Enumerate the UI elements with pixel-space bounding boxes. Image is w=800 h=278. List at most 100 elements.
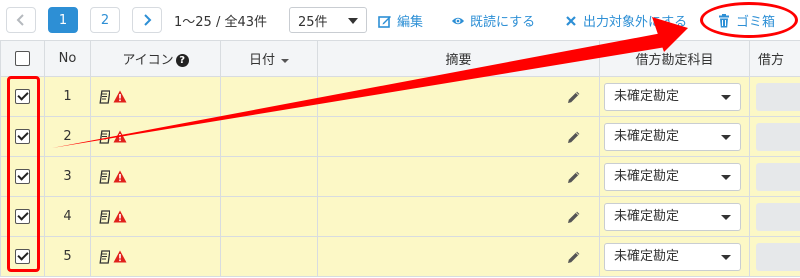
- header-date[interactable]: 日付: [220, 40, 318, 77]
- row-date[interactable]: [220, 156, 318, 197]
- debit-account-value: 未確定勘定: [614, 208, 680, 224]
- debit-account-select[interactable]: 未確定勘定: [604, 202, 741, 231]
- warning-icon: [113, 90, 127, 103]
- receipt-icon: [99, 169, 110, 184]
- table-row[interactable]: 3 未確定勘定: [0, 156, 800, 197]
- credit-account-select[interactable]: [756, 82, 800, 111]
- receipt-icon: [99, 249, 110, 264]
- receipt-icon: [99, 209, 110, 224]
- table-row[interactable]: 1 未確定勘定: [0, 76, 800, 117]
- question-circle-icon[interactable]: ?: [175, 54, 189, 67]
- row-icons: [90, 156, 221, 197]
- warning-icon: [113, 210, 127, 223]
- row-summary[interactable]: [317, 76, 600, 117]
- debit-account-select[interactable]: 未確定勘定: [604, 162, 741, 191]
- row-date[interactable]: [220, 76, 318, 117]
- credit-account-select[interactable]: [756, 202, 800, 231]
- row-icons: [90, 116, 221, 157]
- row-select-cell: [0, 116, 45, 157]
- header-summary: 摘要: [317, 40, 600, 77]
- credit-account-select[interactable]: [756, 162, 800, 191]
- caret-down-icon: [721, 134, 731, 140]
- header-date-label: 日付: [248, 53, 275, 68]
- header-debit-account-label: 借方勘定科目: [635, 53, 714, 68]
- close-icon: [566, 15, 576, 26]
- warning-icon: [113, 170, 127, 183]
- eye-icon: [451, 17, 465, 24]
- per-page-value: 25件: [298, 14, 328, 30]
- row-checkbox[interactable]: [15, 249, 30, 264]
- result-range-text: 1〜25 / 全43件: [174, 15, 267, 30]
- row-summary[interactable]: [317, 236, 600, 277]
- page-1-button[interactable]: 1: [48, 7, 78, 33]
- row-credit-partial: [749, 116, 800, 157]
- header-icon: アイコン?: [90, 40, 221, 77]
- pencil-icon[interactable]: [567, 130, 581, 144]
- row-icons: [90, 236, 221, 277]
- header-summary-label: 摘要: [445, 53, 472, 68]
- debit-account-select[interactable]: 未確定勘定: [604, 82, 741, 111]
- row-no: 4: [44, 196, 91, 237]
- caret-down-icon: [348, 18, 358, 24]
- trash-icon: [719, 13, 729, 27]
- header-select-all: [0, 40, 45, 77]
- header-no-label: No: [58, 51, 77, 66]
- row-credit-partial: [749, 236, 800, 277]
- pencil-icon[interactable]: [567, 210, 581, 224]
- table-body: 1 未確定勘定 2 未確定勘定 3 未確定勘定 4 未確定勘定 5 未確定勘定: [0, 76, 800, 277]
- caret-down-icon: [721, 214, 731, 220]
- trash-button[interactable]: ゴミ箱: [717, 11, 775, 30]
- caret-down-icon: [721, 174, 731, 180]
- table-row[interactable]: 2 未確定勘定: [0, 116, 800, 157]
- row-checkbox[interactable]: [15, 209, 30, 224]
- row-checkbox[interactable]: [15, 169, 30, 184]
- pencil-icon[interactable]: [567, 250, 581, 264]
- prev-page-button[interactable]: [6, 7, 36, 33]
- pencil-icon[interactable]: [567, 90, 581, 104]
- header-icon-label: アイコン: [122, 53, 174, 68]
- row-date[interactable]: [220, 116, 318, 157]
- debit-account-value: 未確定勘定: [614, 248, 680, 264]
- header-debit-account: 借方勘定科目: [599, 40, 750, 77]
- next-page-button[interactable]: [132, 7, 162, 33]
- row-credit-partial: [749, 156, 800, 197]
- row-debit-account: 未確定勘定: [599, 236, 750, 277]
- row-date[interactable]: [220, 236, 318, 277]
- edit-label: 編集: [397, 15, 424, 30]
- transactions-table: No アイコン? 日付 摘要 借方勘定科目 借方 1 未確定勘定 2 未確定勘定…: [0, 40, 800, 277]
- row-checkbox[interactable]: [15, 89, 30, 104]
- row-date[interactable]: [220, 196, 318, 237]
- row-checkbox[interactable]: [15, 129, 30, 144]
- caret-down-icon: [721, 94, 731, 100]
- table-row[interactable]: 4 未確定勘定: [0, 196, 800, 237]
- row-credit-partial: [749, 76, 800, 117]
- credit-account-select[interactable]: [756, 242, 800, 271]
- row-no: 3: [44, 156, 91, 197]
- row-select-cell: [0, 196, 45, 237]
- warning-icon: [113, 130, 127, 143]
- pencil-icon[interactable]: [567, 170, 581, 184]
- row-no: 5: [44, 236, 91, 277]
- debit-account-select[interactable]: 未確定勘定: [604, 242, 741, 271]
- edit-button[interactable]: 編集: [378, 11, 423, 30]
- row-icons: [90, 76, 221, 117]
- table-header-row: No アイコン? 日付 摘要 借方勘定科目 借方: [0, 40, 800, 77]
- debit-account-select[interactable]: 未確定勘定: [604, 122, 741, 151]
- row-select-cell: [0, 156, 45, 197]
- mark-read-button[interactable]: 既読にする: [451, 11, 535, 30]
- header-credit-partial: 借方: [749, 40, 800, 77]
- row-summary[interactable]: [317, 116, 600, 157]
- credit-account-select[interactable]: [756, 122, 800, 151]
- row-summary[interactable]: [317, 196, 600, 237]
- select-all-checkbox[interactable]: [15, 51, 30, 66]
- trash-label: ゴミ箱: [736, 15, 776, 30]
- page-2-button[interactable]: 2: [90, 7, 120, 33]
- row-debit-account: 未確定勘定: [599, 156, 750, 197]
- row-debit-account: 未確定勘定: [599, 196, 750, 237]
- per-page-select[interactable]: 25件: [289, 7, 367, 33]
- row-select-cell: [0, 236, 45, 277]
- row-summary[interactable]: [317, 156, 600, 197]
- exclude-button[interactable]: 出力対象外にする: [564, 11, 687, 30]
- row-debit-account: 未確定勘定: [599, 116, 750, 157]
- table-row[interactable]: 5 未確定勘定: [0, 236, 800, 277]
